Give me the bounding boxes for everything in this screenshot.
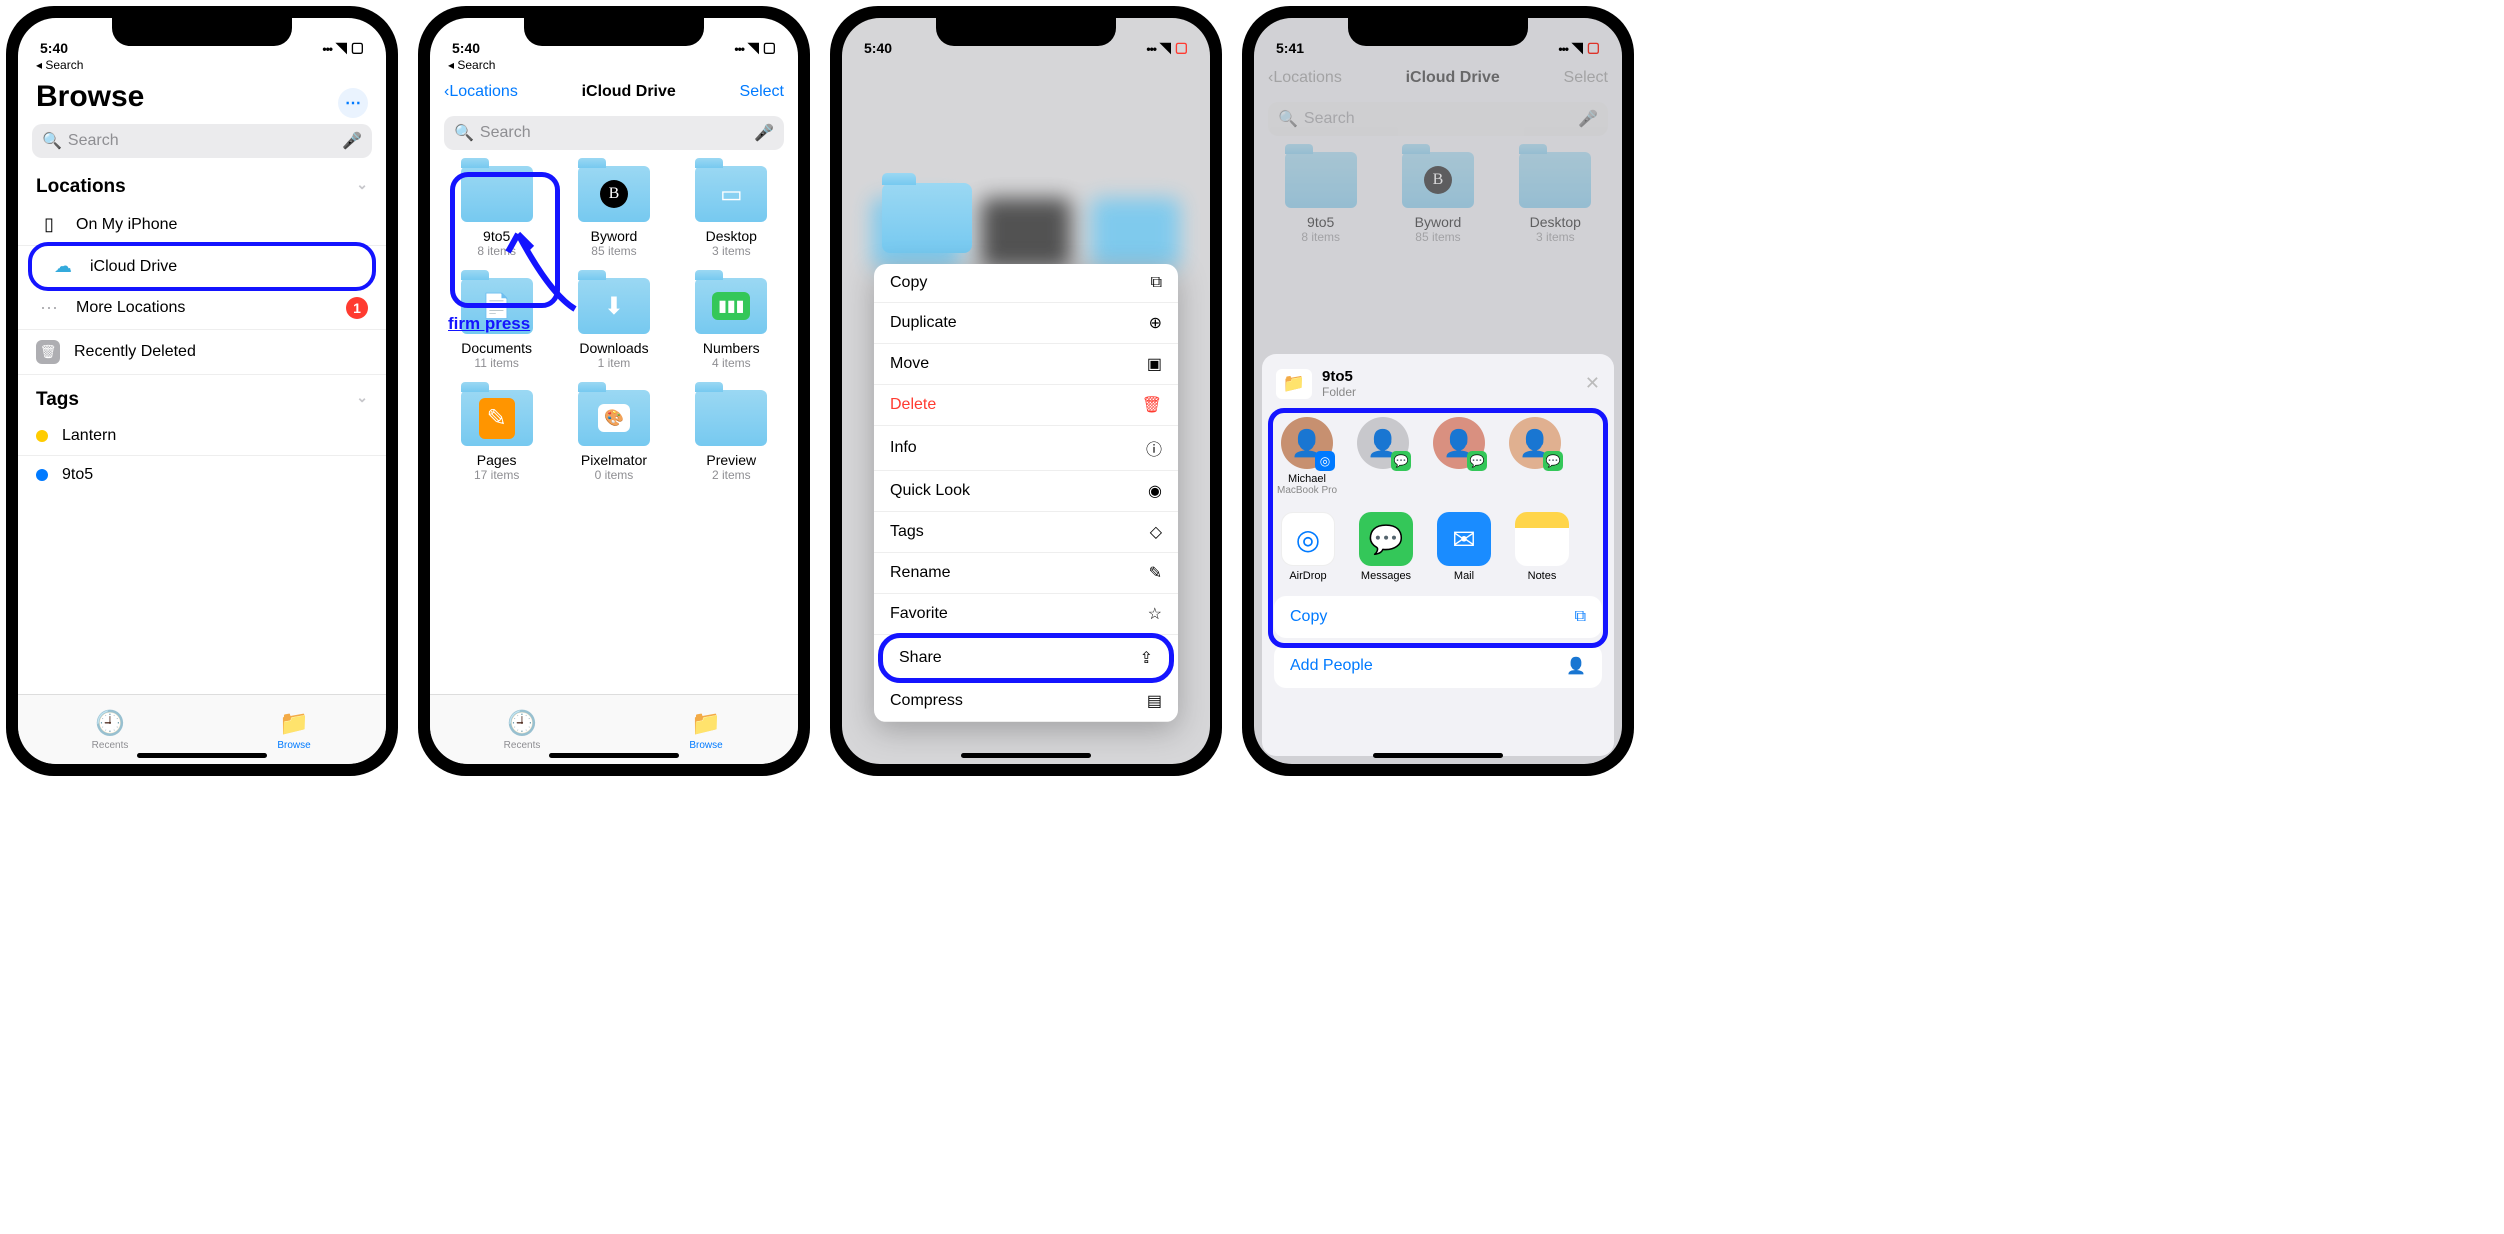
- wifi-icon: ◥: [336, 39, 347, 56]
- ctx-icon: ▣: [1147, 354, 1162, 374]
- folder-icon: 📁: [691, 709, 721, 738]
- recently-deleted[interactable]: 🗑 Recently Deleted: [18, 330, 386, 375]
- wifi-icon: ◥: [748, 39, 759, 56]
- chevron-down-icon: ⌄: [356, 389, 368, 411]
- location-on-iphone[interactable]: ▯ On My iPhone: [18, 204, 386, 246]
- battery-low-icon: ▢: [1175, 39, 1188, 56]
- ctx-icon: ⇪: [1140, 648, 1153, 668]
- ctx-icon: ☆: [1148, 604, 1162, 624]
- trash-icon: 🗑: [36, 340, 60, 364]
- folder-item[interactable]: 🎨Pixelmator0 items: [555, 384, 672, 496]
- ctx-compress[interactable]: Compress▤: [874, 681, 1178, 722]
- folder-preview: [882, 183, 972, 253]
- folder-item[interactable]: ✎Pages17 items: [438, 384, 555, 496]
- folder-icon: 📁: [1276, 369, 1312, 399]
- folder-item[interactable]: ▮▮▮Numbers4 items: [673, 272, 790, 384]
- back-search-link[interactable]: ◂ Search: [18, 58, 386, 72]
- clock-icon: 🕘: [507, 709, 537, 738]
- ctx-icon: ◉: [1148, 481, 1162, 501]
- close-button[interactable]: ✕: [1585, 373, 1600, 394]
- ctx-icon: ✎: [1149, 563, 1162, 583]
- location-icloud-drive[interactable]: ☁︎ iCloud Drive: [28, 242, 376, 291]
- battery-icon: ▢: [763, 39, 776, 56]
- ctx-move[interactable]: Move▣: [874, 344, 1178, 385]
- tag-lantern[interactable]: Lantern: [18, 417, 386, 456]
- annotation-arrow-icon: [490, 214, 590, 324]
- tags-header[interactable]: Tags⌄: [18, 375, 386, 417]
- nav-bar: ‹ Locations iCloud Drive Select: [430, 72, 798, 112]
- ctx-rename[interactable]: Rename✎: [874, 553, 1178, 594]
- share-action-add-people[interactable]: Add People👤: [1274, 644, 1602, 688]
- mic-icon[interactable]: 🎤: [342, 131, 362, 151]
- ctx-tags[interactable]: Tags◇: [874, 512, 1178, 553]
- ctx-quick-look[interactable]: Quick Look◉: [874, 471, 1178, 512]
- share-header: 📁 9to5Folder ✕: [1262, 364, 1614, 409]
- home-indicator[interactable]: [137, 753, 267, 758]
- person-icon: 👤: [1566, 656, 1586, 676]
- folder-item[interactable]: Preview2 items: [673, 384, 790, 496]
- search-icon: 🔍: [454, 123, 474, 143]
- ctx-icon: ◇: [1150, 522, 1162, 542]
- annotation-label: firm press: [448, 314, 530, 334]
- battery-icon: ▢: [351, 39, 364, 56]
- wifi-icon: ◥: [1160, 39, 1171, 56]
- share-sheet: 📁 9to5Folder ✕ 👤◎MichaelMacBook Pro👤💬👤💬👤…: [1262, 354, 1614, 756]
- chevron-down-icon: ⌄: [356, 176, 368, 198]
- phone-icon: ▯: [36, 214, 62, 235]
- search-input[interactable]: 🔍 Search 🎤: [32, 124, 372, 158]
- tag-9to5[interactable]: 9to5: [18, 456, 386, 494]
- page-title: Browse: [18, 72, 386, 120]
- signal-icon: [1146, 40, 1156, 56]
- ctx-delete[interactable]: Delete🗑: [874, 385, 1178, 426]
- nav-title: iCloud Drive: [518, 83, 740, 101]
- location-more[interactable]: ⋯ More Locations 1: [18, 287, 386, 330]
- back-button[interactable]: ‹ Locations: [444, 83, 518, 101]
- more-button[interactable]: ⋯: [338, 88, 368, 118]
- search-input[interactable]: 🔍 Search 🎤: [444, 116, 784, 150]
- ellipsis-icon: ⋯: [36, 298, 62, 319]
- ctx-icon: ▤: [1147, 691, 1162, 711]
- clock-icon: 🕘: [95, 709, 125, 738]
- ctx-info[interactable]: Infoⓘ: [874, 426, 1178, 471]
- signal-icon: [322, 40, 332, 56]
- cloud-icon: ☁︎: [50, 256, 76, 277]
- ctx-favorite[interactable]: Favorite☆: [874, 594, 1178, 635]
- ctx-duplicate[interactable]: Duplicate⊕: [874, 303, 1178, 344]
- home-indicator[interactable]: [549, 753, 679, 758]
- folder-item[interactable]: ▭Desktop3 items: [673, 160, 790, 272]
- badge: 1: [346, 297, 368, 319]
- tag-dot-icon: [36, 469, 48, 481]
- ctx-copy[interactable]: Copy⧉: [874, 264, 1178, 303]
- ctx-icon: ⓘ: [1146, 436, 1162, 460]
- ctx-icon: ⧉: [1151, 274, 1162, 292]
- folder-icon: 📁: [279, 709, 309, 738]
- tag-dot-icon: [36, 430, 48, 442]
- locations-header[interactable]: Locations⌄: [18, 162, 386, 204]
- ctx-icon: ⊕: [1149, 313, 1162, 333]
- home-indicator[interactable]: [961, 753, 1091, 758]
- select-button[interactable]: Select: [740, 83, 784, 101]
- signal-icon: [734, 40, 744, 56]
- mic-icon[interactable]: 🎤: [754, 123, 774, 143]
- ctx-share[interactable]: Share⇪: [878, 633, 1174, 683]
- back-search-link[interactable]: ◂ Search: [430, 58, 798, 72]
- home-indicator[interactable]: [1373, 753, 1503, 758]
- context-menu: Copy⧉Duplicate⊕Move▣Delete🗑InfoⓘQuick Lo…: [874, 264, 1178, 722]
- search-icon: 🔍: [42, 131, 62, 151]
- ctx-icon: 🗑: [1142, 395, 1162, 415]
